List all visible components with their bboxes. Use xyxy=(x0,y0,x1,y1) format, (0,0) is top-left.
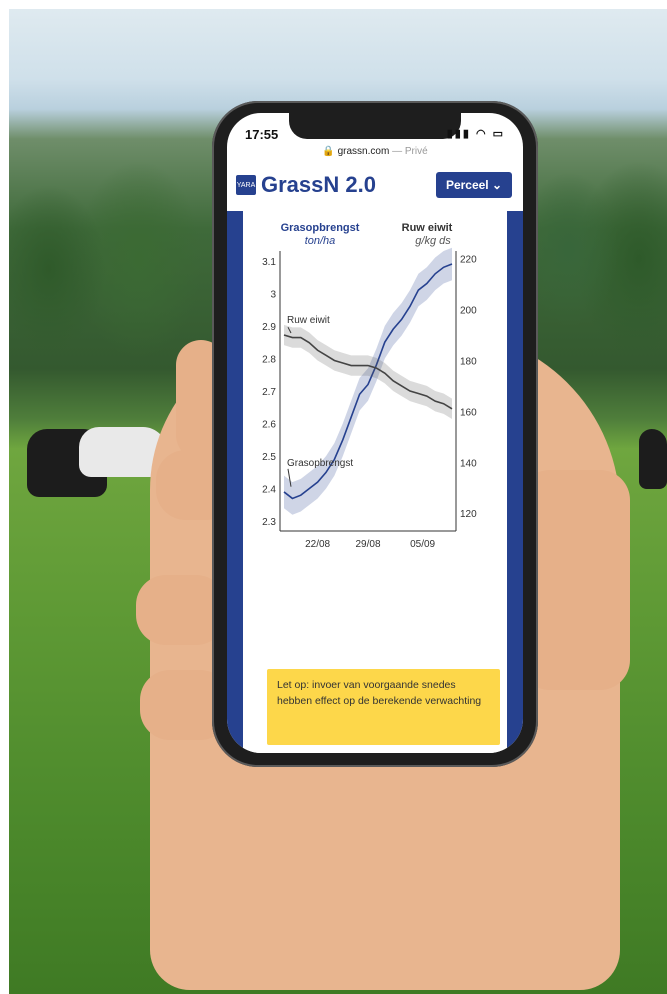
x-tick-label: 05/09 xyxy=(410,539,435,550)
app-title: GrassN 2.0 xyxy=(261,172,376,197)
left-blue-margin xyxy=(227,211,243,753)
private-mode-label: — Privé xyxy=(392,146,428,157)
status-time: 17:55 xyxy=(245,127,279,142)
signal-wifi-battery-icon: ▮▮▮ ◠ ▭ xyxy=(446,128,505,140)
right-blue-margin xyxy=(507,211,523,753)
annotation-grasopbrengst: Grasopbrengst xyxy=(287,458,353,469)
left-tick-label: 2.5 xyxy=(262,452,276,463)
app-header: YARA GrassN 2.0 Perceel ⌄ xyxy=(227,165,523,211)
right-axis-title: Ruw eiwit xyxy=(402,222,453,234)
left-tick-label: 2.7 xyxy=(262,387,276,398)
left-axis-unit: ton/ha xyxy=(305,235,336,247)
right-tick-label: 220 xyxy=(460,255,477,266)
notice-text: Let op: invoer van voorgaande snedes heb… xyxy=(277,679,482,707)
url-bar[interactable]: 🔒 grassn.com — Privé xyxy=(227,146,523,157)
left-tick-label: 2.6 xyxy=(262,420,276,431)
right-tick-label: 160 xyxy=(460,407,477,418)
phone-screen: 17:55 ▮▮▮ ◠ ▭ 🔒 grassn.com — Privé YARA … xyxy=(227,113,523,753)
perceel-label: Perceel xyxy=(445,178,489,192)
cow xyxy=(639,429,667,489)
right-tick-label: 140 xyxy=(460,458,477,469)
left-tick-label: 3 xyxy=(270,289,276,300)
yield-protein-chart: Grasopbrengst ton/ha Ruw eiwit g/kg ds 3… xyxy=(262,222,477,550)
right-tick-label: 180 xyxy=(460,356,477,367)
lock-icon: 🔒 xyxy=(322,146,335,157)
left-tick-label: 2.8 xyxy=(262,354,276,365)
right-tick-label: 120 xyxy=(460,509,477,520)
main-content: Grasopbrengst ton/ha Ruw eiwit g/kg ds 3… xyxy=(243,211,507,753)
confidence-band-right xyxy=(284,324,452,419)
perceel-menu-button[interactable]: Perceel ⌄ xyxy=(436,172,512,198)
status-bar: 17:55 ▮▮▮ ◠ ▭ xyxy=(245,127,505,143)
annotation-ruw-eiwit: Ruw eiwit xyxy=(287,315,330,326)
yara-logo[interactable]: YARA xyxy=(236,175,256,195)
x-tick-label: 22/08 xyxy=(305,539,330,550)
x-tick-label: 29/08 xyxy=(355,539,380,550)
left-tick-label: 3.1 xyxy=(262,257,276,268)
left-tick-label: 2.4 xyxy=(262,485,276,496)
right-axis-unit: g/kg ds xyxy=(415,235,451,247)
notice-box: Let op: invoer van voorgaande snedes heb… xyxy=(267,669,500,745)
url-text: grassn.com xyxy=(337,146,390,157)
confidence-band-left xyxy=(284,247,452,515)
chevron-down-icon: ⌄ xyxy=(491,178,503,192)
right-tick-label: 200 xyxy=(460,306,477,317)
left-tick-label: 2.9 xyxy=(262,322,276,333)
left-tick-label: 2.3 xyxy=(262,517,276,528)
left-axis-title: Grasopbrengst xyxy=(281,222,360,234)
logo-text: YARA xyxy=(236,182,256,189)
